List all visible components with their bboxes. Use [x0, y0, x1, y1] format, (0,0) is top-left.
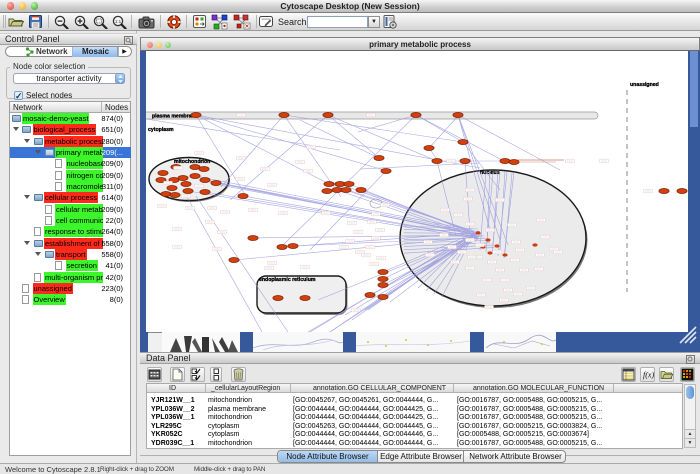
- svg-text:1:1: 1:1: [115, 19, 122, 24]
- svg-text:unassigned: unassigned: [630, 82, 659, 88]
- svg-text:mitochondrion: mitochondrion: [174, 159, 210, 165]
- svg-text:f(x): f(x): [643, 371, 654, 380]
- svg-text:cytoplasm: cytoplasm: [148, 127, 174, 133]
- svg-text:endoplasmic reticulum: endoplasmic reticulum: [259, 277, 316, 283]
